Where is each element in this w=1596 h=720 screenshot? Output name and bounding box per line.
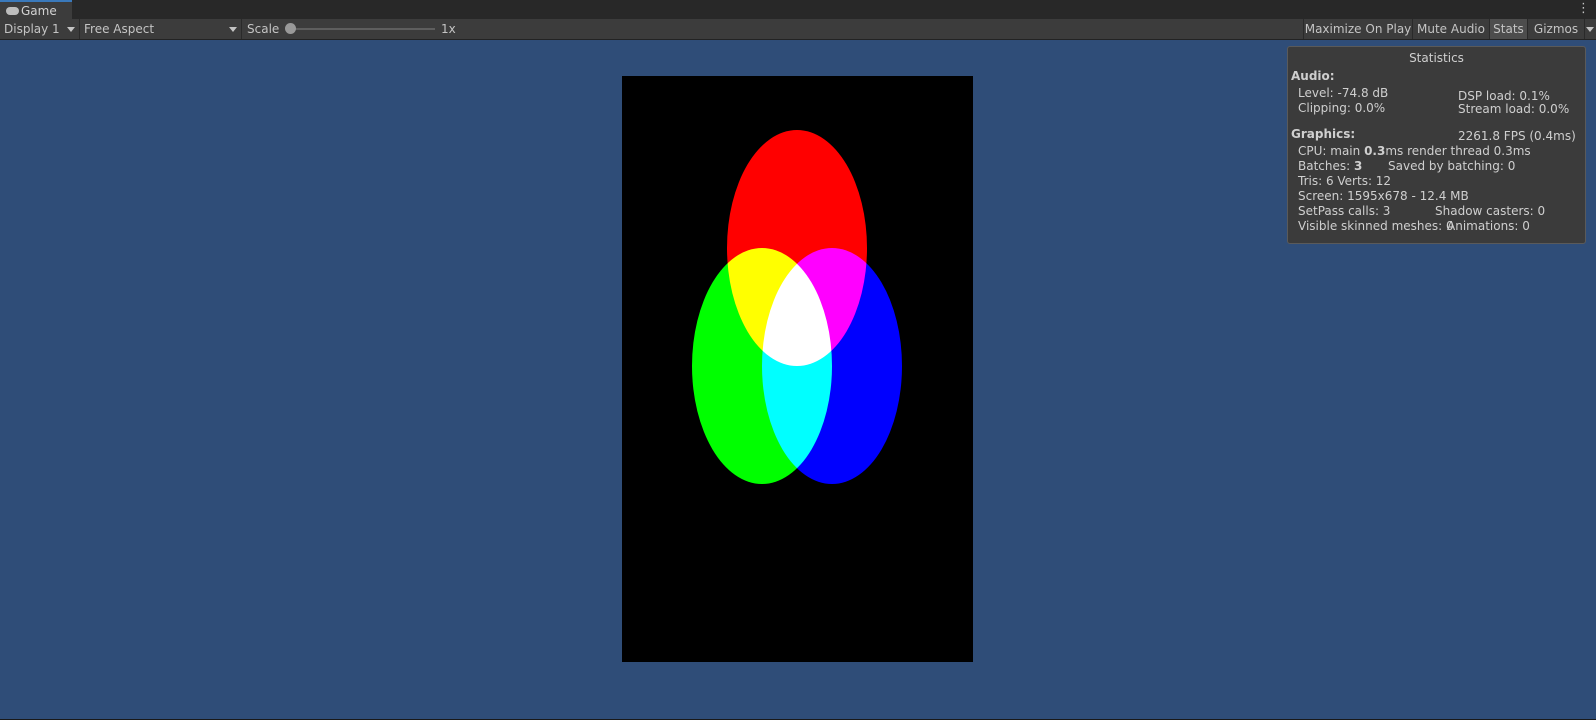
visible-skinned-meshes: Visible skinned meshes: 0 [1298,219,1454,233]
setpass-calls: SetPass calls: 3 [1298,204,1391,218]
fps-readout: 2261.8 FPS (0.4ms) [1458,129,1576,143]
gizmos-dropdown[interactable] [1584,19,1596,39]
animations-count: Animations: 0 [1447,219,1530,233]
gizmos-button[interactable]: Gizmos [1527,19,1584,39]
stream-load: Stream load: 0.0% [1458,102,1570,116]
audio-clipping: Clipping: 0.0% [1298,101,1386,115]
cpu-readout: CPU: main 0.3ms render thread 0.3ms [1298,144,1531,158]
scale-label: Scale [247,22,280,36]
scale-slider-track[interactable] [291,28,435,30]
game-canvas[interactable] [622,76,973,662]
stats-label: Stats [1493,22,1524,36]
rgb-venn-render [692,130,902,484]
chevron-down-icon [229,27,237,32]
screen-readout: Screen: 1595x678 - 12.4 MB [1298,189,1469,203]
gizmos-label: Gizmos [1533,22,1579,36]
shadow-casters: Shadow casters: 0 [1435,204,1546,218]
more-options-icon[interactable]: ⋮ [1577,1,1590,17]
maximize-on-play-button[interactable]: Maximize On Play [1303,19,1412,39]
game-toolbar: Display 1 Free Aspect Scale 1x Maximize … [0,19,1596,40]
scale-value: 1x [441,22,456,36]
cpu-prefix: CPU: main [1298,144,1365,158]
cpu-main-value: 0.3 [1364,144,1386,158]
batches-value: 3 [1354,159,1363,173]
mute-audio-label: Mute Audio [1417,22,1485,36]
graphics-header: Graphics: [1291,127,1356,141]
gamepad-icon [6,6,19,15]
cpu-suffix: ms render thread 0.3ms [1385,144,1531,158]
aspect-dropdown[interactable]: Free Aspect [80,19,242,39]
saved-by-batching: Saved by batching: 0 [1388,159,1516,173]
tris-verts: Tris: 6 Verts: 12 [1298,174,1392,188]
scale-slider-thumb[interactable] [285,23,296,34]
tab-game[interactable]: Game [0,0,72,19]
tab-bar: Game ⋮ [0,0,1596,19]
batches-readout: Batches: 3 [1298,159,1362,173]
display-dropdown-label: Display 1 [4,22,60,36]
audio-level: Level: -74.8 dB [1298,86,1389,100]
dsp-load: DSP load: 0.1% [1458,89,1550,103]
statistics-panel: Statistics Audio: Level: -74.8 dB Clippi… [1287,46,1586,244]
stats-button[interactable]: Stats [1489,19,1527,39]
display-dropdown[interactable]: Display 1 [0,19,80,39]
game-view[interactable]: Statistics Audio: Level: -74.8 dB Clippi… [0,40,1596,719]
statistics-title: Statistics [1409,51,1464,65]
audio-header: Audio: [1291,69,1335,83]
batches-prefix: Batches: [1298,159,1354,173]
tab-game-label: Game [21,3,57,18]
blue-ellipse [762,248,902,484]
aspect-dropdown-label: Free Aspect [84,22,155,36]
mute-audio-button[interactable]: Mute Audio [1412,19,1489,39]
chevron-down-icon [67,27,75,32]
maximize-on-play-label: Maximize On Play [1304,22,1412,36]
chevron-down-icon [1586,27,1594,32]
